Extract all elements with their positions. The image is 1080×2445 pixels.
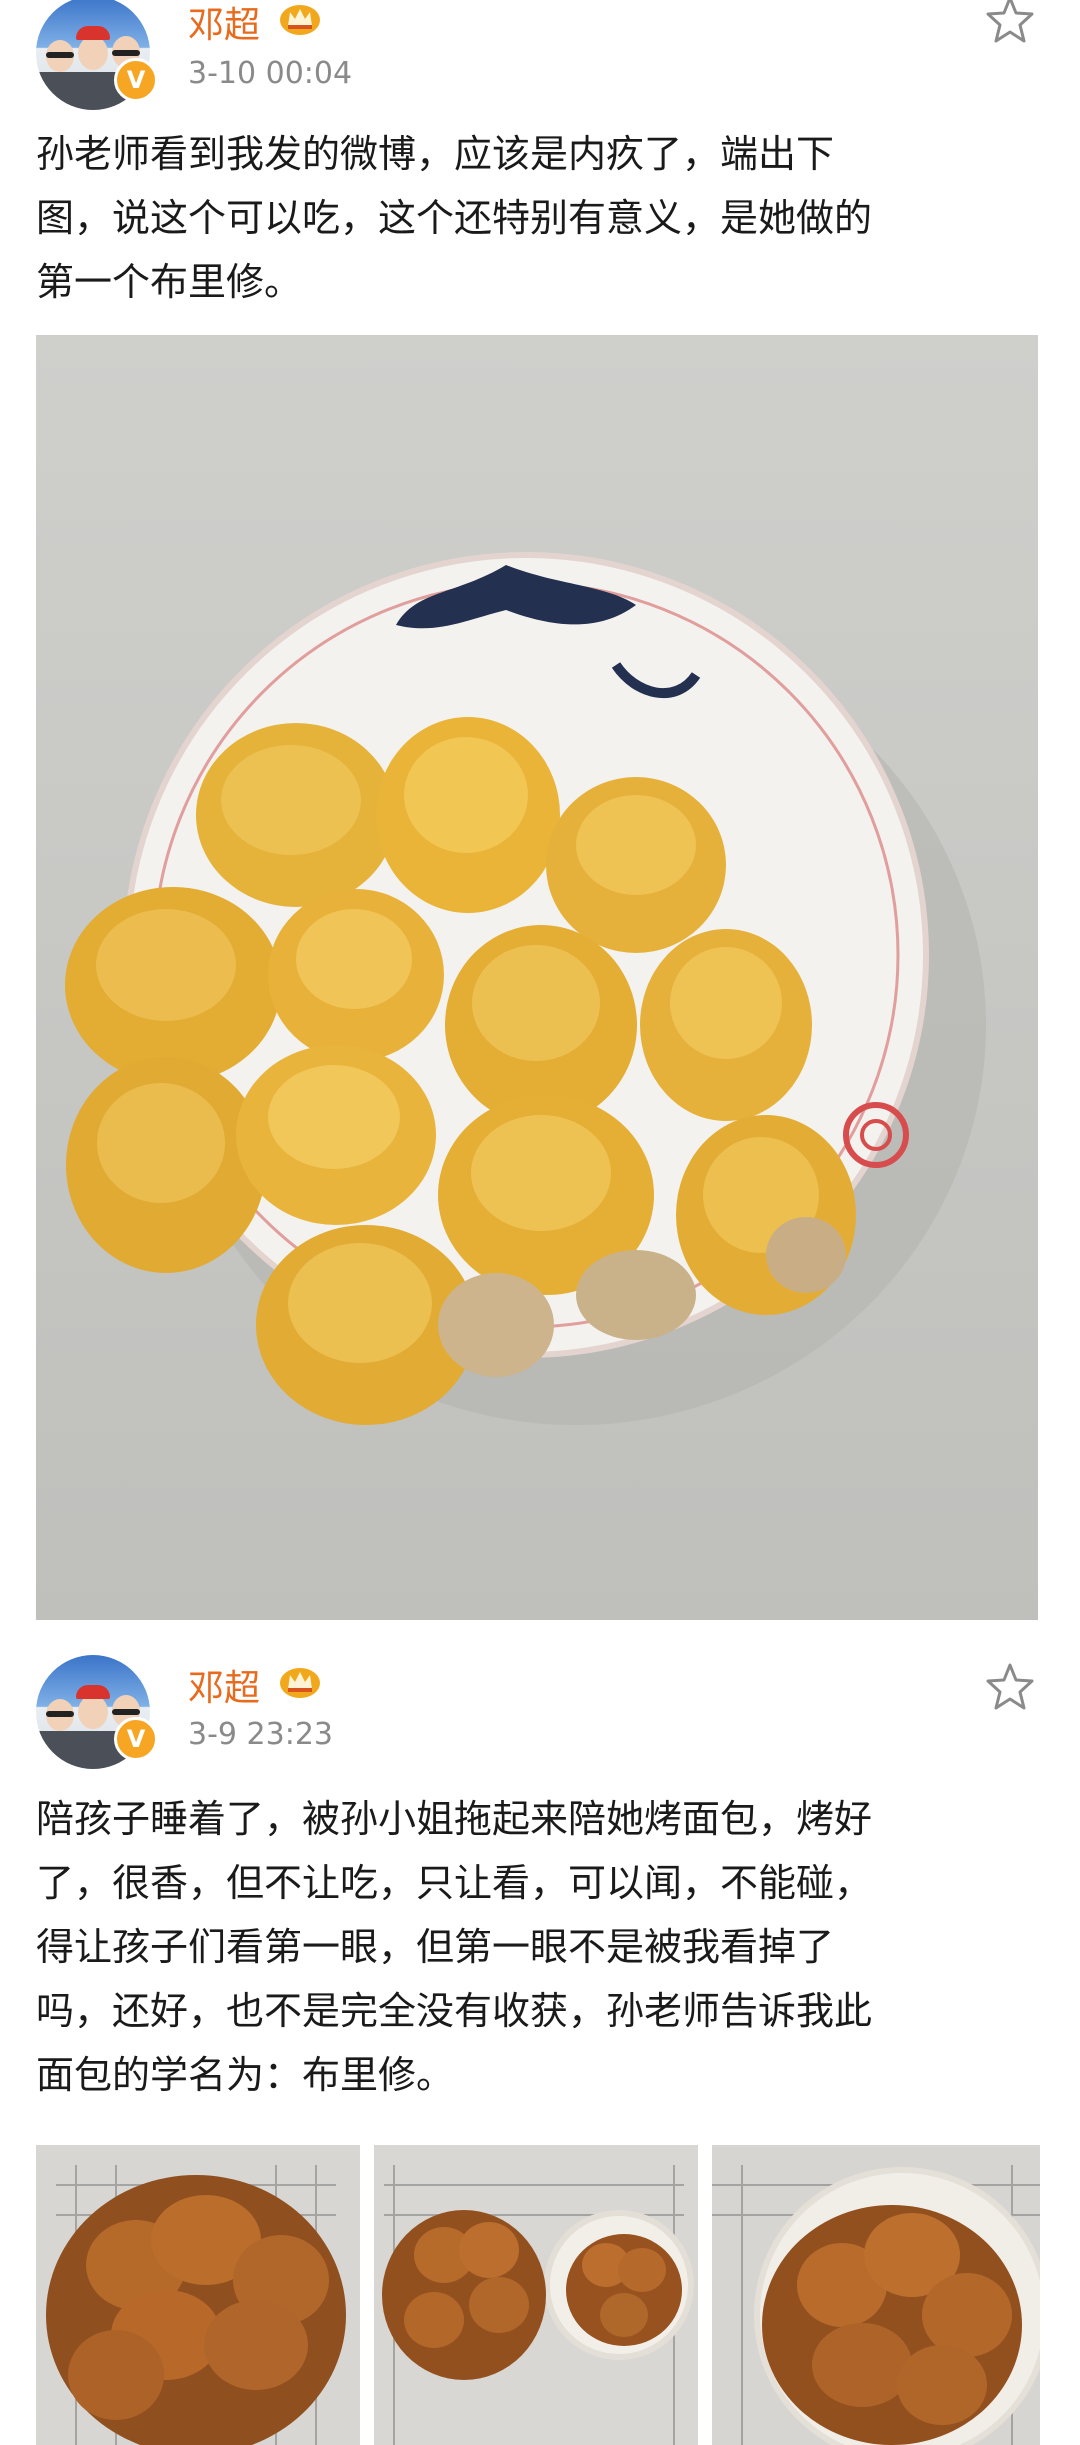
post-text: 孙老师看到我发的微博，应该是内疚了，端出下 图，说这个可以吃，这个还特别有意义，… bbox=[36, 132, 873, 304]
timestamp: 3-9 23:23 bbox=[188, 1717, 333, 1752]
post-image-thumb[interactable] bbox=[712, 2145, 1040, 2445]
username[interactable]: 邓超 bbox=[188, 0, 260, 48]
verified-badge-icon: V bbox=[114, 1717, 158, 1761]
image-grid bbox=[36, 2145, 1080, 2445]
username[interactable]: 邓超 bbox=[188, 1659, 260, 1711]
post-image-thumb[interactable] bbox=[36, 2145, 360, 2445]
crown-icon bbox=[280, 1668, 320, 1698]
star-icon[interactable] bbox=[984, 1661, 1036, 1713]
timestamp: 3-10 00:04 bbox=[188, 56, 353, 91]
star-icon[interactable] bbox=[984, 0, 1036, 46]
post-image-thumb[interactable] bbox=[374, 2145, 698, 2445]
post-text: 陪孩子睡着了，被孙小姐拖起来陪她烤面包，烤好 了，很香，但不让吃，只让看，可以闻… bbox=[36, 1797, 873, 2097]
crown-icon bbox=[280, 5, 320, 35]
post-image[interactable] bbox=[36, 335, 1038, 1620]
verified-badge-icon: V bbox=[114, 58, 158, 102]
